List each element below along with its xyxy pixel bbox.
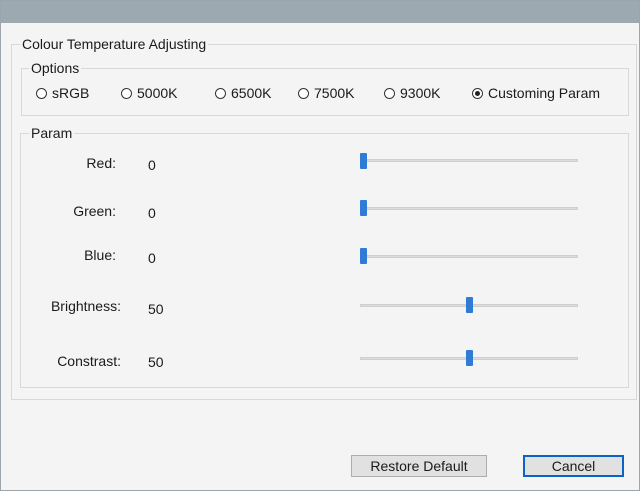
radio-circle-icon — [215, 87, 226, 99]
param-title: Param — [29, 125, 75, 141]
green-slider-thumb[interactable] — [360, 200, 367, 216]
blue-label: Blue: — [84, 247, 116, 263]
radio-label: 6500K — [231, 85, 272, 101]
radio-customing-param[interactable]: Customing Param — [472, 85, 600, 101]
radio-7500k[interactable]: 7500K — [298, 85, 354, 101]
green-label: Green: — [73, 203, 116, 219]
red-slider-track[interactable] — [360, 159, 578, 162]
radio-srgb[interactable]: sRGB — [36, 85, 89, 101]
green-value: 0 — [148, 205, 156, 221]
radio-label: sRGB — [52, 85, 90, 101]
radio-9300k[interactable]: 9300K — [384, 85, 440, 101]
radio-label: Customing Param — [488, 85, 601, 101]
radio-label: 7500K — [314, 85, 355, 101]
brightness-label: Brightness: — [50, 298, 121, 314]
blue-slider-track[interactable] — [360, 255, 578, 258]
blue-value: 0 — [148, 250, 156, 266]
radio-6500k[interactable]: 6500K — [215, 85, 271, 101]
radio-label: 9300K — [400, 85, 441, 101]
red-slider-thumb[interactable] — [360, 153, 367, 169]
restore-default-button[interactable]: Restore Default — [351, 455, 487, 477]
group-title: Colour Temperature Adjusting — [20, 36, 209, 52]
options-title: Options — [29, 60, 82, 76]
radio-circle-icon — [298, 87, 309, 99]
title-bar[interactable] — [1, 1, 639, 23]
green-slider-track[interactable] — [360, 207, 578, 210]
contrast-value: 50 — [148, 354, 164, 370]
brightness-slider-thumb[interactable] — [465, 297, 473, 313]
contrast-slider-thumb[interactable] — [465, 350, 473, 366]
cancel-button[interactable]: Cancel — [523, 455, 624, 477]
blue-slider-thumb[interactable] — [360, 248, 367, 264]
radio-circle-icon — [121, 87, 132, 99]
contrast-label: Constrast: — [57, 353, 121, 369]
radio-circle-icon — [384, 87, 395, 99]
red-value: 0 — [148, 157, 156, 173]
brightness-value: 50 — [148, 301, 164, 317]
radio-5000k[interactable]: 5000K — [121, 85, 177, 101]
radio-circle-icon — [472, 87, 483, 99]
radio-circle-icon — [36, 87, 47, 99]
red-label: Red: — [86, 155, 116, 171]
radio-label: 5000K — [137, 85, 178, 101]
